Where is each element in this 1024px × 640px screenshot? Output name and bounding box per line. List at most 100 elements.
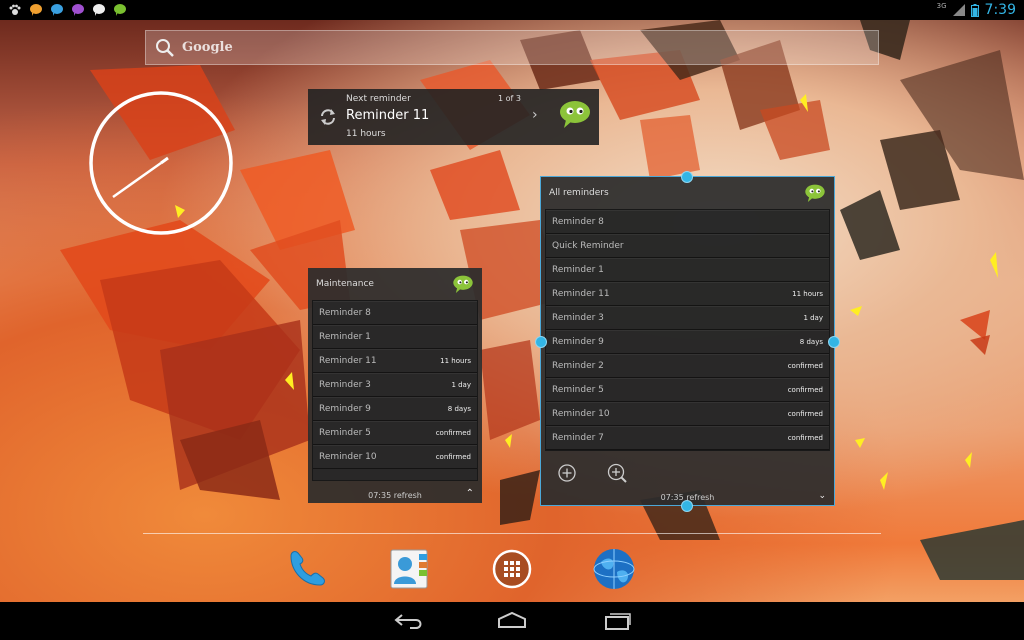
list-item[interactable]: Reminder 10 confirmed	[546, 402, 829, 426]
next-reminder-widget[interactable]: Next reminder 1 of 3 Reminder 11 11 hour…	[308, 89, 599, 145]
paw-icon[interactable]	[8, 3, 22, 17]
list-item[interactable]: Reminder 5 confirmed	[313, 421, 477, 445]
reminder-name: Quick Reminder	[552, 241, 624, 251]
reminder-name: Reminder 2	[552, 361, 604, 371]
chat-bubble-purple-icon[interactable]	[71, 3, 85, 17]
resize-handle-bottom[interactable]	[681, 500, 693, 512]
reminder-due: confirmed	[435, 453, 471, 461]
reminder-due: confirmed	[787, 434, 823, 442]
list-item[interactable]: Reminder 5 confirmed	[546, 378, 829, 402]
maintenance-header: Maintenance	[308, 268, 482, 300]
all-reminders-widget[interactable]: All reminders Reminder 8 Quick Reminder …	[540, 176, 835, 506]
resize-handle-right[interactable]	[828, 336, 840, 348]
reminder-due: 1 day	[451, 381, 471, 389]
dock-divider	[143, 533, 881, 534]
phone-icon[interactable]	[283, 546, 329, 592]
widget-actions	[557, 463, 629, 485]
next-reminder-due: 11 hours	[346, 129, 386, 139]
chevron-right-icon[interactable]: ›	[532, 107, 538, 123]
status-time: 7:39	[984, 2, 1016, 18]
reminder-name: Reminder 5	[319, 428, 371, 438]
reminder-name: Reminder 7	[552, 433, 604, 443]
all-reminders-title: All reminders	[549, 188, 609, 198]
contacts-icon[interactable]	[387, 546, 433, 592]
list-item[interactable]: Reminder 9 8 days	[313, 397, 477, 421]
notification-icons	[8, 3, 127, 17]
list-item[interactable]: Reminder 11 11 hours	[546, 282, 829, 306]
refresh-icon[interactable]	[318, 107, 338, 127]
list-item[interactable]: Reminder 2 confirmed	[546, 354, 829, 378]
google-search-bar[interactable]: Google	[145, 30, 879, 65]
list-item[interactable]: Reminder 1	[546, 258, 829, 282]
refresh-time[interactable]: 07:35 refresh	[368, 491, 422, 500]
resize-handle-top[interactable]	[681, 171, 693, 183]
reminder-due: 8 days	[447, 405, 471, 413]
navigation-bar	[0, 602, 1024, 640]
home-icon[interactable]	[492, 611, 532, 631]
list-item[interactable]: Reminder 8	[313, 301, 477, 325]
status-bar: 3G 7:39	[0, 0, 1024, 20]
reminder-name: Reminder 3	[319, 380, 371, 390]
next-reminder-heading: Next reminder	[346, 94, 411, 104]
list-item[interactable]: Reminder 3 1 day	[313, 373, 477, 397]
status-right: 3G 7:39	[937, 2, 1016, 18]
reminder-name: Reminder 9	[552, 337, 604, 347]
chat-bubble-white-icon[interactable]	[92, 3, 106, 17]
reminder-due: 1 day	[803, 314, 823, 322]
list-item[interactable]: Reminder 3 1 day	[546, 306, 829, 330]
list-item[interactable]: Quick Reminder	[546, 234, 829, 258]
maintenance-footer: 07:35 refresh ⌃	[308, 487, 482, 503]
reminder-due: confirmed	[787, 386, 823, 394]
reminder-counter: 1 of 3	[498, 94, 521, 103]
chat-bubble-orange-icon[interactable]	[29, 3, 43, 17]
battery-icon	[970, 3, 979, 17]
reminder-name: Reminder 8	[552, 217, 604, 227]
list-item[interactable]: Reminder 10 confirmed	[313, 445, 477, 469]
chat-bubble-blue-icon[interactable]	[50, 3, 64, 17]
quick-add-icon[interactable]	[607, 463, 629, 485]
reminder-name: Reminder 1	[319, 332, 371, 342]
all-reminders-list[interactable]: Reminder 8 Quick Reminder Reminder 1 Rem…	[545, 209, 830, 451]
search-label: Google	[182, 40, 233, 55]
app-drawer-icon[interactable]	[489, 546, 535, 592]
add-icon[interactable]	[557, 463, 577, 483]
list-item[interactable]: Reminder 7 confirmed	[546, 426, 829, 450]
list-item[interactable]: Reminder 11 11 hours	[313, 349, 477, 373]
reminder-due: confirmed	[787, 362, 823, 370]
browser-globe-icon[interactable]	[591, 546, 637, 592]
next-reminder-title[interactable]: Reminder 11	[346, 108, 429, 123]
reminder-name: Reminder 5	[552, 385, 604, 395]
list-item[interactable]: Reminder 9 8 days	[546, 330, 829, 354]
reminder-due: 8 days	[799, 338, 823, 346]
reminder-name: Reminder 9	[319, 404, 371, 414]
reminder-due: 11 hours	[440, 357, 471, 365]
recent-apps-icon[interactable]	[596, 611, 636, 631]
reminder-name: Reminder 10	[552, 409, 610, 419]
chevron-down-icon[interactable]: ⌄	[818, 491, 826, 501]
reminder-name: Reminder 3	[552, 313, 604, 323]
maintenance-list[interactable]: Reminder 8 Reminder 1 Reminder 11 11 hour…	[312, 300, 478, 481]
analog-clock-widget[interactable]	[88, 90, 234, 236]
reminder-due: confirmed	[435, 429, 471, 437]
chevron-up-icon[interactable]: ⌃	[466, 488, 474, 499]
reminder-name: Reminder 11	[319, 356, 377, 366]
app-logo-icon	[453, 275, 473, 294]
search-icon	[156, 38, 174, 57]
list-item[interactable]: Reminder 8	[546, 210, 829, 234]
reminder-name: Reminder 1	[552, 265, 604, 275]
app-logo-icon	[805, 184, 825, 203]
reminder-name: Reminder 8	[319, 308, 371, 318]
chat-bubble-green-icon[interactable]	[113, 3, 127, 17]
maintenance-title: Maintenance	[316, 279, 374, 289]
back-icon[interactable]	[390, 611, 430, 631]
signal-icon	[952, 4, 965, 16]
maintenance-widget: Maintenance Reminder 8 Reminder 1 Remind…	[308, 268, 482, 503]
reminder-due: confirmed	[787, 410, 823, 418]
app-logo-icon	[560, 101, 590, 128]
reminder-name: Reminder 11	[552, 289, 610, 299]
reminder-name: Reminder 10	[319, 452, 377, 462]
list-item[interactable]: Reminder 1	[313, 325, 477, 349]
resize-handle-left[interactable]	[535, 336, 547, 348]
network-label: 3G	[936, 2, 947, 10]
reminder-due: 11 hours	[792, 290, 823, 298]
